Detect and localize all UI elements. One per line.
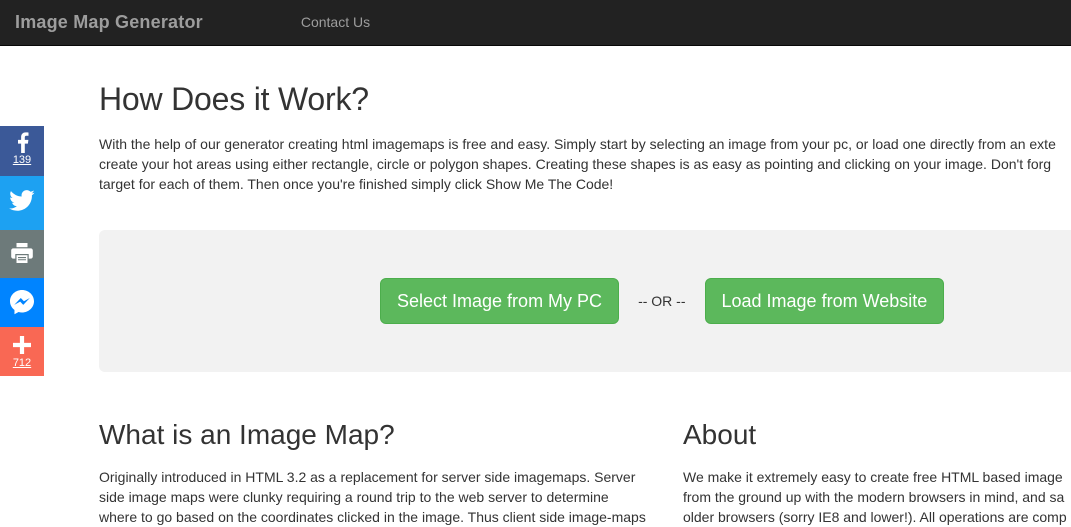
- printer-icon: [0, 242, 44, 264]
- plus-icon: [0, 335, 44, 357]
- nav-item-contact-us[interactable]: Contact Us: [286, 0, 385, 45]
- info-columns: What is an Image Map? Originally introdu…: [99, 400, 1071, 527]
- column-what-is-an-image-map: What is an Image Map? Originally introdu…: [99, 400, 683, 527]
- about-line-2: from the ground up with the modern brows…: [683, 488, 1065, 505]
- intro-line-2: create your hot areas using either recta…: [99, 156, 1052, 173]
- or-separator: -- OR --: [638, 293, 686, 309]
- social-share-addthis[interactable]: 712: [0, 327, 44, 376]
- column-title-image-map: What is an Image Map?: [99, 419, 395, 450]
- messenger-icon: [0, 289, 44, 315]
- about-line-1: We make it extremely easy to create free…: [683, 468, 1063, 485]
- column-about: About We make it extremely easy to creat…: [683, 400, 1071, 527]
- social-share-print[interactable]: [0, 230, 44, 278]
- image-source-panel: Select Image from My PC -- OR -- Load Im…: [99, 230, 1071, 372]
- intro-line-1: With the help of our generator creating …: [99, 136, 1056, 153]
- social-share-twitter[interactable]: [0, 176, 44, 230]
- navbar: Image Map Generator Contact Us: [0, 0, 1071, 46]
- addthis-share-count: 712: [12, 357, 32, 369]
- image-map-line-2: side image maps were clunky requiring a …: [99, 488, 609, 505]
- load-image-from-website-button[interactable]: Load Image from Website: [704, 278, 945, 324]
- column-title-about: About: [683, 419, 757, 450]
- page-title: How Does it Work?: [99, 81, 369, 117]
- social-share-messenger[interactable]: [0, 278, 44, 327]
- social-share-facebook[interactable]: 139: [0, 126, 44, 176]
- image-map-line-1: Originally introduced in HTML 3.2 as a r…: [99, 468, 636, 485]
- select-image-from-pc-button[interactable]: Select Image from My PC: [380, 278, 620, 324]
- facebook-share-count: 139: [12, 154, 32, 166]
- facebook-icon: [0, 132, 44, 154]
- intro-paragraph: With the help of our generator creating …: [99, 117, 1071, 194]
- navbar-brand[interactable]: Image Map Generator: [0, 0, 218, 45]
- social-share-sidebar: 139 712: [0, 126, 44, 376]
- twitter-icon: [0, 190, 44, 212]
- column-text-image-map: Originally introduced in HTML 3.2 as a r…: [99, 451, 683, 527]
- image-source-panel-inner: Select Image from My PC -- OR -- Load Im…: [99, 230, 1071, 372]
- intro-line-3: target for each of them. Then once you'r…: [99, 176, 614, 193]
- main-content: How Does it Work? With the help of our g…: [99, 46, 1071, 194]
- column-text-about: We make it extremely easy to create free…: [683, 451, 1071, 527]
